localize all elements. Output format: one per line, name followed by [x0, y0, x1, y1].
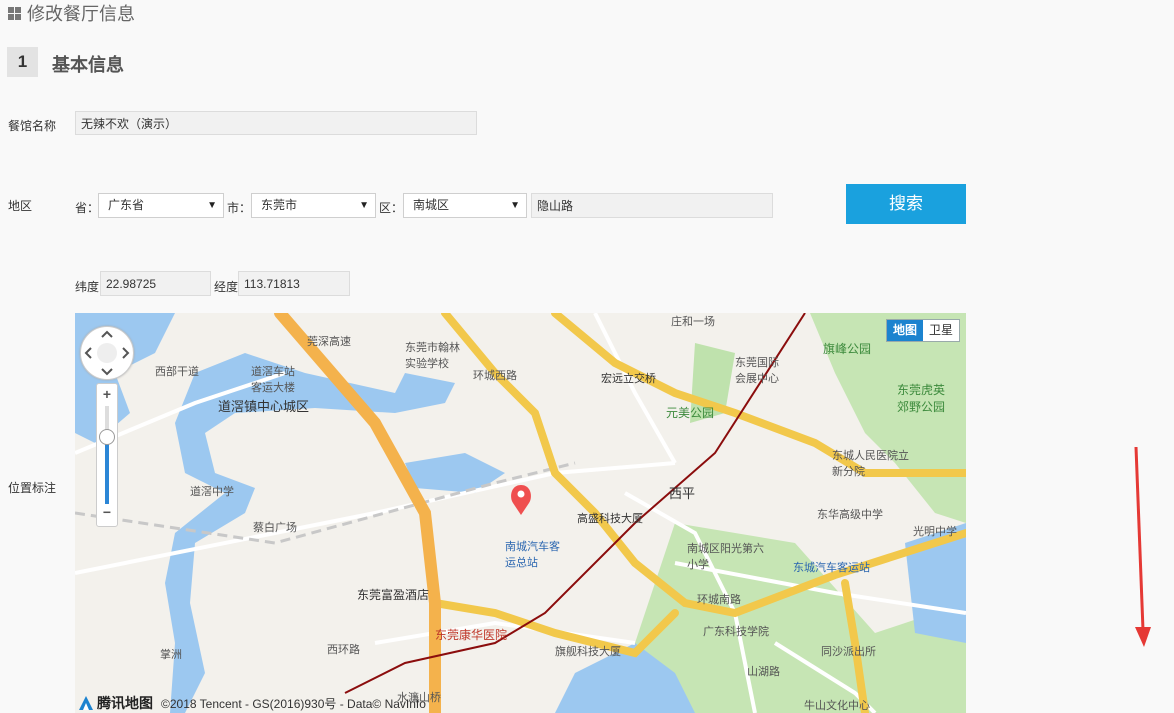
map-label: 东华高级中学	[817, 509, 883, 521]
map-label: 旗舰科技大厦	[555, 646, 621, 658]
map-label: 南城汽车客运总站	[505, 541, 560, 569]
annotation-arrow	[1134, 446, 1151, 647]
zoom-in-icon[interactable]: +	[97, 386, 117, 402]
map-copyright: ©2018 Tencent - GS(2016)930号 - Data© Nav…	[161, 696, 426, 711]
address-input[interactable]	[531, 193, 773, 218]
map-label: 西环路	[327, 644, 360, 656]
province-select-value: 广东省	[108, 198, 145, 212]
page-title: 修改餐厅信息	[8, 0, 135, 26]
map-zoom-control[interactable]: + −	[96, 383, 118, 527]
map-type-map[interactable]: 地图	[886, 320, 923, 341]
map-pan-control[interactable]	[80, 326, 134, 380]
map-label: 东莞虎英郊野公园	[897, 383, 946, 414]
map-label: 掌洲	[160, 649, 182, 661]
map-label: 莞深高速	[307, 336, 351, 348]
map-label: 道滘中学	[190, 486, 234, 498]
zoom-slider-handle[interactable]	[99, 429, 115, 445]
section-number: 1	[7, 47, 38, 77]
map-label: 环城南路	[697, 594, 741, 606]
district-select-value: 南城区	[413, 198, 450, 212]
map-label: 旗峰公园	[823, 342, 872, 356]
map-type-satellite[interactable]: 卫星	[923, 320, 959, 341]
location-label: 位置标注	[8, 481, 57, 495]
map-label: 广东科技学院	[703, 626, 769, 638]
tencent-logo-icon	[79, 696, 93, 710]
city-label: 市：	[227, 201, 252, 215]
map-label: 道滘镇中心城区	[218, 399, 310, 414]
map-label: 山湖路	[747, 666, 780, 678]
restaurant-name-input[interactable]	[75, 111, 477, 135]
city-select[interactable]: 东莞市 ▼	[251, 193, 376, 218]
map-label: 东莞市翰林实验学校	[405, 342, 460, 370]
section-title: 基本信息	[52, 55, 124, 75]
map-label: 高盛科技大厦	[577, 513, 643, 525]
latitude-label: 纬度	[75, 280, 100, 294]
page-title-text: 修改餐厅信息	[27, 4, 135, 24]
zoom-out-icon[interactable]: −	[97, 504, 117, 520]
district-select[interactable]: 南城区 ▼	[403, 193, 527, 218]
map-label: 东城人民医院立新分院	[832, 450, 909, 478]
restaurant-name-label: 餐馆名称	[8, 119, 57, 133]
map-label: 东莞富盈酒店	[357, 588, 430, 602]
map-label: 牛山文化中心	[804, 700, 870, 712]
map-label: 同沙派出所	[821, 646, 876, 658]
longitude-label: 经度	[214, 280, 239, 294]
province-label: 省：	[75, 201, 100, 215]
map-label: 东莞国际会展中心	[735, 357, 779, 385]
map-label: 西平	[669, 486, 696, 501]
search-button[interactable]: 搜索	[846, 184, 966, 224]
map-label: 东城汽车客运站	[793, 562, 870, 574]
caret-down-icon: ▼	[510, 200, 520, 211]
map-view[interactable]: 道滘镇中心城区 东莞市翰林实验学校 道滘车站客运大楼 宏远立交桥 东莞国际会展中…	[75, 313, 966, 713]
map-type-switch: 地图 卫星	[885, 319, 960, 342]
map-label: 宏远立交桥	[601, 373, 656, 385]
grid-icon	[8, 6, 21, 20]
map-label: 南城区阳光第六小学	[687, 543, 764, 571]
district-label: 区：	[379, 201, 404, 215]
region-label: 地区	[8, 199, 33, 213]
map-label: 庄和一场	[671, 316, 715, 328]
brand-text: 腾讯地图	[97, 695, 153, 711]
map-label: 道滘车站客运大楼	[251, 366, 295, 394]
caret-down-icon: ▼	[207, 200, 217, 211]
map-label: 光明中学	[913, 526, 957, 538]
latitude-input[interactable]	[100, 271, 211, 296]
longitude-input[interactable]	[238, 271, 350, 296]
map-label: 西部干道	[155, 366, 199, 378]
province-select[interactable]: 广东省 ▼	[98, 193, 224, 218]
caret-down-icon: ▼	[359, 200, 369, 211]
map-label: 环城西路	[473, 370, 517, 382]
map-label: 元美公园	[666, 406, 715, 420]
map-label: 东莞康华医院	[435, 628, 508, 642]
map-label: 蔡白广场	[253, 522, 297, 534]
city-select-value: 东莞市	[261, 198, 298, 212]
tencent-map-logo: 腾讯地图	[77, 693, 153, 713]
map-footer: 腾讯地图 ©2018 Tencent - GS(2016)930号 - Data…	[77, 693, 426, 713]
